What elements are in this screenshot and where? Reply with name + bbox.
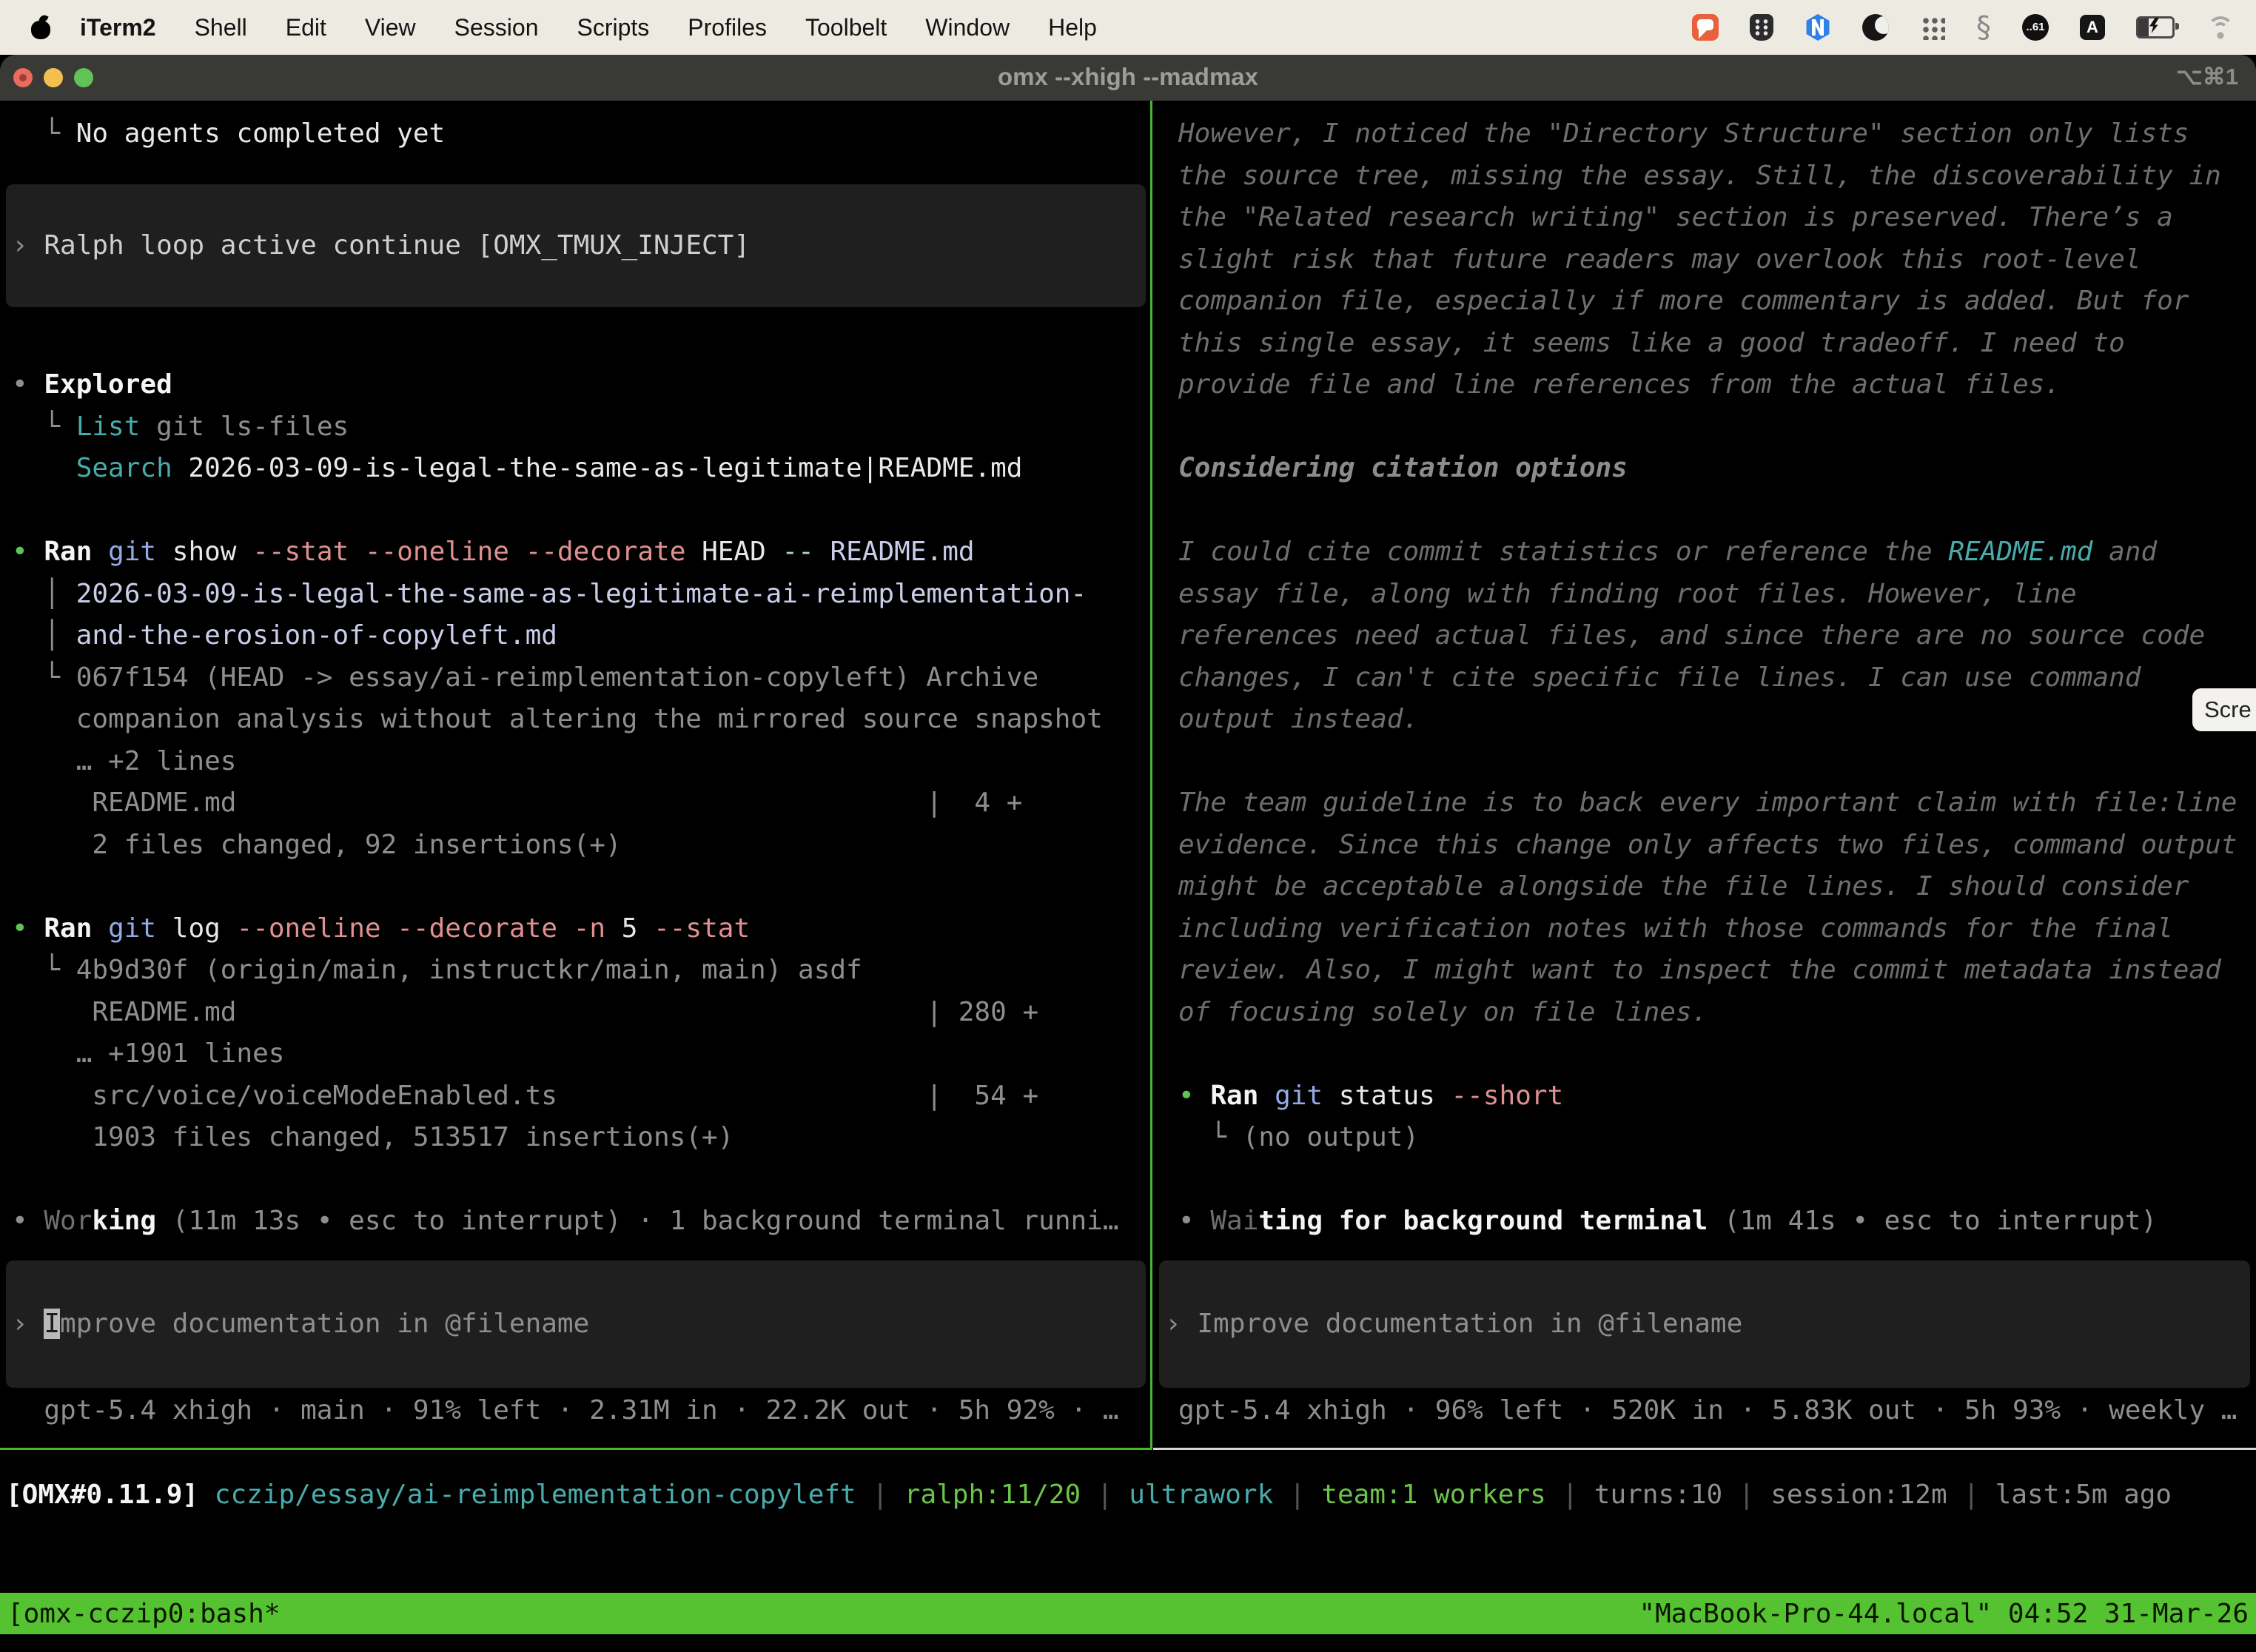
- terminal-line: └ List git ls-files: [12, 406, 1152, 449]
- menu-shell[interactable]: Shell: [175, 14, 266, 41]
- terminal-line: └ 067f154 (HEAD -> essay/ai-reimplementa…: [12, 657, 1152, 699]
- terminal-line: [1178, 490, 2256, 532]
- ralph-loop-message: › Ralph loop active continue [OMX_TMUX_I…: [12, 225, 750, 267]
- menu-scripts[interactable]: Scripts: [557, 14, 668, 41]
- close-window-button[interactable]: [13, 68, 33, 87]
- terminal-line: references need actual files, and since …: [1178, 615, 2256, 657]
- terminal-line: │ and-the-erosion-of-copyleft.md: [12, 615, 1152, 657]
- terminal-line: 1903 files changed, 513517 insertions(+): [12, 1117, 1152, 1159]
- right-pane-bottom-border: [1153, 1448, 2256, 1450]
- terminal-line: • Ran git show --stat --oneline --decora…: [12, 531, 1152, 574]
- menu-toolbelt[interactable]: Toolbelt: [786, 14, 906, 41]
- window-title-bar: omx --xhigh --madmax ⌥⌘1: [0, 55, 2256, 101]
- terminal-line: Search 2026-03-09-is-legal-the-same-as-l…: [12, 448, 1152, 490]
- terminal-line: this single essay, it seems like a good …: [1178, 323, 2256, 365]
- terminal-line: However, I noticed the "Directory Struct…: [1178, 113, 2256, 155]
- terminal-line: evidence. Since this change only affects…: [1178, 825, 2256, 867]
- menu-items: iTerm2ShellEditViewSessionScriptsProfile…: [61, 14, 1116, 41]
- right-model-status-line: gpt-5.4 xhigh · 96% left · 520K in · 5.8…: [1178, 1390, 2237, 1432]
- keypad-shield-icon[interactable]: [1750, 14, 1773, 41]
- hexagon-bolt-icon[interactable]: [1805, 14, 1831, 41]
- notification-chat-icon[interactable]: [1692, 14, 1719, 41]
- terminal-line: README.md | 280 +: [12, 992, 1152, 1034]
- terminal-line: including verification notes with those …: [1178, 908, 2256, 950]
- apple-menu-icon[interactable]: [31, 16, 50, 39]
- menu-profiles[interactable]: Profiles: [668, 14, 786, 41]
- battery-icon[interactable]: [2136, 16, 2175, 38]
- minimize-window-button[interactable]: [44, 68, 63, 87]
- terminal-line: provide file and line references from th…: [1178, 364, 2256, 406]
- traffic-lights: [13, 68, 93, 87]
- terminal-line: [1178, 1033, 2256, 1075]
- badge-61-icon[interactable]: ..61: [2022, 14, 2049, 41]
- tmux-status-bar: [omx-cczip0:bash* "MacBook-Pro-44.local"…: [0, 1593, 2256, 1634]
- terminal-line: the "Related research writing" section i…: [1178, 197, 2256, 239]
- terminal-line: companion analysis without altering the …: [12, 699, 1152, 741]
- dots-grid-icon[interactable]: [1920, 15, 1945, 40]
- terminal-line: essay file, along with finding root file…: [1178, 574, 2256, 616]
- terminal-line: might be acceptable alongside the file l…: [1178, 866, 2256, 908]
- tmux-host-clock-label: "MacBook-Pro-44.local" 04:52 31-Mar-26: [1639, 1599, 2249, 1629]
- crescent-pie-icon[interactable]: [1862, 14, 1889, 41]
- window-shortcut-label: ⌥⌘1: [2176, 55, 2238, 99]
- terminal-line: src/voice/voiceModeEnabled.ts | 54 +: [12, 1075, 1152, 1118]
- left-pane-bottom-border: [0, 1448, 1152, 1450]
- terminal-line: └ No agents completed yet: [12, 113, 1152, 155]
- left-prompt-text: › Improve documentation in @filename: [12, 1303, 589, 1346]
- left-model-status-line: gpt-5.4 xhigh · main · 91% left · 2.31M …: [12, 1390, 1119, 1432]
- terminal-line: output instead.: [1178, 699, 2256, 741]
- menu-view[interactable]: View: [346, 14, 435, 41]
- menu-edit[interactable]: Edit: [266, 14, 346, 41]
- terminal-line: └ 4b9d30f (origin/main, instructkr/main,…: [12, 950, 1152, 992]
- terminal-line: slight risk that future readers may over…: [1178, 239, 2256, 281]
- terminal-line: │ 2026-03-09-is-legal-the-same-as-legiti…: [12, 574, 1152, 616]
- terminal-line: I could cite commit statistics or refere…: [1178, 531, 2256, 574]
- terminal-line: [1178, 406, 2256, 449]
- terminal-line: 2 files changed, 92 insertions(+): [12, 825, 1152, 867]
- terminal-line: [12, 323, 1152, 365]
- terminal-line: • Ran git status --short: [1178, 1075, 2256, 1118]
- terminal-line: companion file, especially if more comme…: [1178, 281, 2256, 323]
- menu-bar: iTerm2ShellEditViewSessionScriptsProfile…: [0, 0, 2256, 55]
- right-prompt-text: › Improve documentation in @filename: [1165, 1303, 1742, 1346]
- tmux-window-label[interactable]: [omx-cczip0:bash*: [7, 1599, 280, 1629]
- terminal-line: • Waiting for background terminal (1m 41…: [1178, 1201, 2256, 1243]
- terminal-line: [1178, 741, 2256, 783]
- pane-divider[interactable]: [1150, 101, 1152, 1449]
- menu-help[interactable]: Help: [1029, 14, 1116, 41]
- input-source-icon[interactable]: A: [2080, 15, 2105, 40]
- ralph-loop-input-box[interactable]: › Ralph loop active continue [OMX_TMUX_I…: [6, 184, 1146, 307]
- terminal-line: [12, 490, 1152, 532]
- terminal-line: the source tree, missing the essay. Stil…: [1178, 155, 2256, 198]
- terminal-line: [12, 866, 1152, 908]
- terminal-content: └ No agents completed yet • Explored └ Li…: [0, 101, 2256, 1652]
- menu-session[interactable]: Session: [435, 14, 558, 41]
- terminal-line: … +1901 lines: [12, 1033, 1152, 1075]
- terminal-line: of focusing solely on file lines.: [1178, 992, 2256, 1034]
- left-prompt-input[interactable]: › Improve documentation in @filename: [6, 1260, 1146, 1388]
- right-terminal-pane[interactable]: However, I noticed the "Directory Struct…: [1153, 101, 2256, 1243]
- menu-iterm2[interactable]: iTerm2: [61, 14, 175, 41]
- terminal-line: [12, 1159, 1152, 1201]
- window-title: omx --xhigh --madmax: [0, 55, 2256, 99]
- right-prompt-input[interactable]: › Improve documentation in @filename: [1159, 1260, 2250, 1388]
- terminal-line: README.md | 4 +: [12, 782, 1152, 825]
- zoom-window-button[interactable]: [74, 68, 93, 87]
- menu-status-icons: § ..61 A: [1692, 13, 2256, 41]
- menu-window[interactable]: Window: [906, 14, 1029, 41]
- terminal-line: • Explored: [12, 364, 1152, 406]
- terminal-line: … +2 lines: [12, 741, 1152, 783]
- terminal-line: • Ran git log --oneline --decorate -n 5 …: [12, 908, 1152, 950]
- wifi-icon[interactable]: [2206, 16, 2235, 39]
- terminal-line: • Working (11m 13s • esc to interrupt) ·…: [12, 1201, 1152, 1243]
- screen-notification[interactable]: Scre: [2192, 688, 2256, 731]
- omx-session-status-line: [OMX#0.11.9] cczip/essay/ai-reimplementa…: [6, 1474, 2172, 1517]
- terminal-line: └ (no output): [1178, 1117, 2256, 1159]
- terminal-line: review. Also, I might want to inspect th…: [1178, 950, 2256, 992]
- terminal-line: changes, I can't cite specific file line…: [1178, 657, 2256, 699]
- terminal-line: The team guideline is to back every impo…: [1178, 782, 2256, 825]
- squiggle-icon[interactable]: §: [1976, 13, 1991, 41]
- terminal-line: [1178, 1159, 2256, 1201]
- terminal-line: Considering citation options: [1178, 448, 2256, 490]
